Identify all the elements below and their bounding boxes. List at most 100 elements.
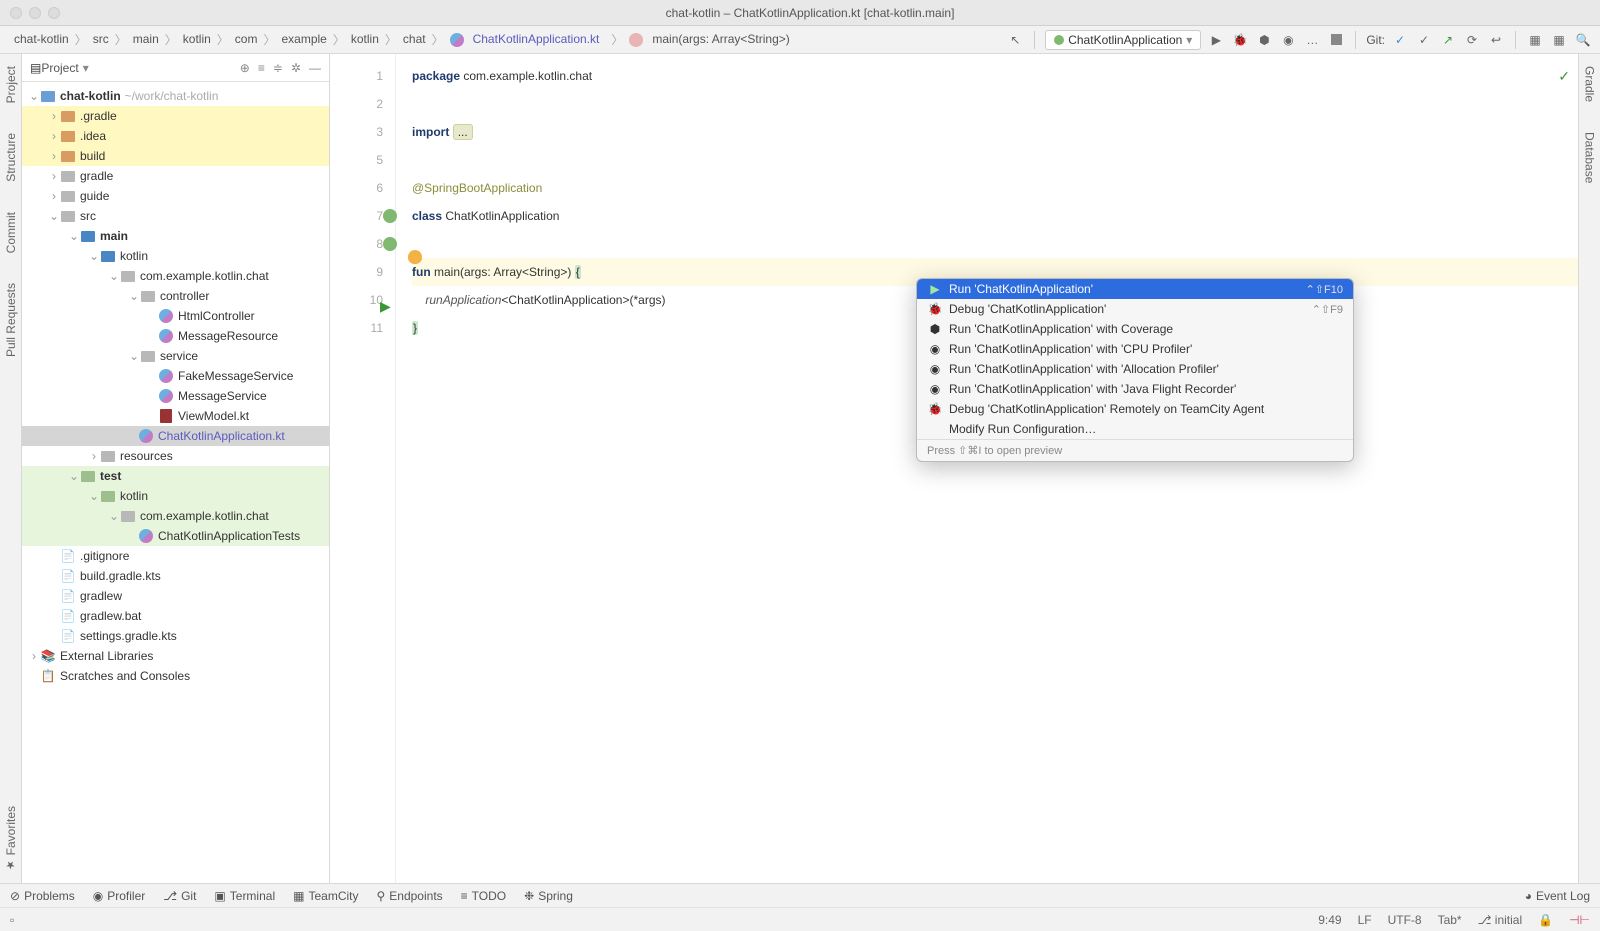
tool-profiler[interactable]: ◉ Profiler: [93, 889, 146, 903]
git-history-icon[interactable]: ⟳: [1463, 31, 1481, 49]
tree-main[interactable]: ⌄main: [22, 226, 329, 246]
tool-database[interactable]: Database: [1583, 132, 1597, 183]
attach-icon[interactable]: …: [1303, 31, 1321, 49]
tool-teamcity[interactable]: ▦ TeamCity: [293, 889, 358, 903]
debug-icon[interactable]: 🐞: [1231, 31, 1249, 49]
tree-gradle-dir[interactable]: ›.gradle: [22, 106, 329, 126]
sidebar-settings-icon[interactable]: ✲: [291, 61, 301, 75]
crumb-kotlin2[interactable]: kotlin: [345, 30, 385, 48]
tree-service[interactable]: ⌄service: [22, 346, 329, 366]
status-lock-icon[interactable]: 🔒: [1538, 913, 1553, 927]
sidebar-expand-icon[interactable]: ≡: [258, 61, 265, 75]
crumb-com[interactable]: com: [229, 30, 264, 48]
menu-remote-debug[interactable]: 🐞Debug 'ChatKotlinApplication' Remotely …: [917, 399, 1353, 419]
search-icon[interactable]: 🔍: [1574, 31, 1592, 49]
status-indent[interactable]: Tab*: [1438, 913, 1462, 927]
crumb-kotlin[interactable]: kotlin: [177, 30, 217, 48]
tree-root[interactable]: ⌄chat-kotlin~/work/chat-kotlin: [22, 86, 329, 106]
tree-settings-gradle[interactable]: 📄settings.gradle.kts: [22, 626, 329, 646]
git-commit-icon[interactable]: ✓: [1415, 31, 1433, 49]
status-caret-pos[interactable]: 9:49: [1318, 913, 1341, 927]
status-line-sep[interactable]: LF: [1358, 913, 1372, 927]
status-indexing-icon[interactable]: ⊣⊢: [1569, 913, 1590, 927]
tree-pkg[interactable]: ⌄com.example.kotlin.chat: [22, 266, 329, 286]
menu-run[interactable]: ▶Run 'ChatKotlinApplication'⌃⇧F10: [917, 279, 1353, 299]
tool-todo[interactable]: ≡ TODO: [461, 889, 506, 903]
sidebar-locate-icon[interactable]: ⊕: [240, 61, 250, 75]
ide-icon-2[interactable]: ▦: [1550, 31, 1568, 49]
zoom-icon[interactable]: [48, 7, 60, 19]
crumb-function[interactable]: main(args: Array<String>): [623, 30, 801, 49]
crumb-project[interactable]: chat-kotlin: [8, 30, 75, 48]
tree-build-gradle[interactable]: 📄build.gradle.kts: [22, 566, 329, 586]
profile-icon[interactable]: ◉: [1279, 31, 1297, 49]
tool-git[interactable]: ⎇ Git: [163, 889, 196, 903]
tree-gradle[interactable]: ›gradle: [22, 166, 329, 186]
sidebar-title[interactable]: Project: [41, 61, 78, 75]
crumb-src[interactable]: src: [87, 30, 115, 48]
tree-external-libraries[interactable]: ›📚External Libraries: [22, 646, 329, 666]
tool-favorites[interactable]: ★ Favorites: [4, 806, 18, 871]
crumb-example[interactable]: example: [275, 30, 332, 48]
menu-jfr[interactable]: ◉Run 'ChatKotlinApplication' with 'Java …: [917, 379, 1353, 399]
close-icon[interactable]: [10, 7, 22, 19]
tree-scratches[interactable]: 📋Scratches and Consoles: [22, 666, 329, 686]
stop-icon[interactable]: [1327, 31, 1345, 49]
tree-kotlin[interactable]: ⌄kotlin: [22, 246, 329, 266]
tool-problems[interactable]: ⊘ Problems: [10, 889, 75, 903]
tree-fake-message-service[interactable]: FakeMessageService: [22, 366, 329, 386]
tree-app-file[interactable]: ChatKotlinApplication.kt: [22, 426, 329, 446]
menu-modify-config[interactable]: Modify Run Configuration…: [917, 419, 1353, 439]
tree-html-controller[interactable]: HtmlController: [22, 306, 329, 326]
tool-gradle[interactable]: Gradle: [1583, 66, 1597, 102]
sidebar-hide-icon[interactable]: —: [309, 61, 321, 75]
run-config-selector[interactable]: ChatKotlinApplication ▾: [1045, 30, 1201, 50]
crumb-main[interactable]: main: [127, 30, 165, 48]
tree-message-service[interactable]: MessageService: [22, 386, 329, 406]
gutter-spring-icon-2[interactable]: [383, 237, 397, 251]
status-notifications-icon[interactable]: ▫: [10, 913, 14, 927]
lightbulb-icon[interactable]: [408, 250, 422, 264]
tree-controller[interactable]: ⌄controller: [22, 286, 329, 306]
tree-gitignore[interactable]: 📄.gitignore: [22, 546, 329, 566]
minimize-icon[interactable]: [29, 7, 41, 19]
tree-message-resource[interactable]: MessageResource: [22, 326, 329, 346]
tool-project[interactable]: Project: [4, 66, 18, 103]
tree-test-file[interactable]: ChatKotlinApplicationTests: [22, 526, 329, 546]
editor[interactable]: 1 2 3 5 6 7 8 9 10 11 ▶ package com.exam…: [330, 54, 1578, 883]
git-push-icon[interactable]: ↗: [1439, 31, 1457, 49]
inspections-ok-icon[interactable]: ✓: [1558, 62, 1570, 90]
tree-test-kotlin[interactable]: ⌄kotlin: [22, 486, 329, 506]
tool-endpoints[interactable]: ⚲ Endpoints: [376, 889, 442, 903]
status-encoding[interactable]: UTF-8: [1388, 913, 1422, 927]
tool-terminal[interactable]: ▣ Terminal: [214, 889, 275, 903]
tree-gradlew-bat[interactable]: 📄gradlew.bat: [22, 606, 329, 626]
sidebar-collapse-icon[interactable]: ≑: [273, 61, 283, 75]
tool-pull-requests[interactable]: Pull Requests: [4, 283, 18, 357]
tool-structure[interactable]: Structure: [4, 133, 18, 182]
status-branch[interactable]: ⎇ initial: [1478, 913, 1523, 927]
tool-spring[interactable]: ❉ Spring: [524, 889, 573, 903]
tree-resources[interactable]: ›resources: [22, 446, 329, 466]
tool-event-log[interactable]: ◕ Event Log: [1525, 889, 1590, 903]
tree-view-model[interactable]: ViewModel.kt: [22, 406, 329, 426]
gutter-run-icon[interactable]: ▶: [380, 292, 391, 320]
gutter-spring-icon[interactable]: [383, 209, 397, 223]
tree-build[interactable]: ›build: [22, 146, 329, 166]
tree-gradlew[interactable]: 📄gradlew: [22, 586, 329, 606]
tree-guide[interactable]: ›guide: [22, 186, 329, 206]
tree-test-pkg[interactable]: ⌄com.example.kotlin.chat: [22, 506, 329, 526]
menu-allocation-profiler[interactable]: ◉Run 'ChatKotlinApplication' with 'Alloc…: [917, 359, 1353, 379]
crumb-file[interactable]: ChatKotlinApplication.kt: [444, 30, 612, 49]
coverage-icon[interactable]: ⬢: [1255, 31, 1273, 49]
tool-commit[interactable]: Commit: [4, 212, 18, 253]
tree-test[interactable]: ⌄test: [22, 466, 329, 486]
git-revert-icon[interactable]: ↩: [1487, 31, 1505, 49]
tree-src[interactable]: ⌄src: [22, 206, 329, 226]
git-update-icon[interactable]: ✓: [1391, 31, 1409, 49]
crumb-chat[interactable]: chat: [397, 30, 432, 48]
code-area[interactable]: package com.example.kotlin.chat import .…: [396, 54, 1578, 883]
menu-debug[interactable]: 🐞Debug 'ChatKotlinApplication'⌃⇧F9: [917, 299, 1353, 319]
tree-idea[interactable]: ›.idea: [22, 126, 329, 146]
back-forward-icon[interactable]: ↖: [1006, 31, 1024, 49]
